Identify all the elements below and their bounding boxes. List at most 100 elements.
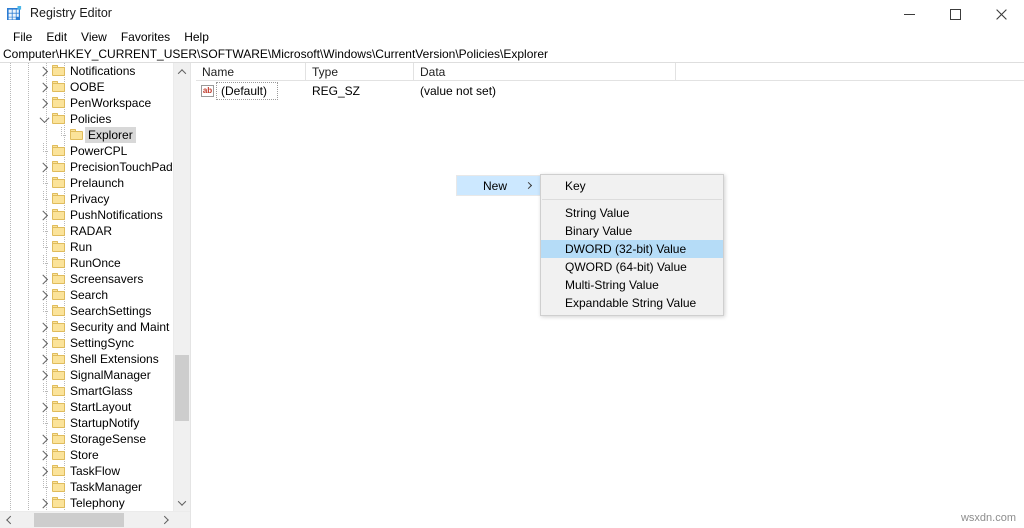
tree-item-oobe[interactable]: OOBE xyxy=(0,79,190,95)
watermark: wsxdn.com xyxy=(960,512,1016,524)
string-value-icon: ab xyxy=(201,85,214,97)
tree-vertical-scrollbar[interactable] xyxy=(173,63,190,511)
tree-item-prelaunch[interactable]: Prelaunch xyxy=(0,175,190,191)
tree-item-label: TaskFlow xyxy=(70,464,121,478)
chevron-right-icon[interactable] xyxy=(37,79,50,95)
chevron-right-icon[interactable] xyxy=(37,399,50,415)
tree-item-shell-extensions[interactable]: Shell Extensions xyxy=(0,351,190,367)
tree-item-store[interactable]: Store xyxy=(0,447,190,463)
tree-item-storagesense[interactable]: StorageSense xyxy=(0,431,190,447)
submenu-item-label: String Value xyxy=(565,206,630,220)
chevron-right-icon[interactable] xyxy=(37,271,50,287)
chevron-right-icon[interactable] xyxy=(37,159,50,175)
chevron-right-icon[interactable] xyxy=(37,335,50,351)
submenu-item-string-value[interactable]: String Value xyxy=(541,204,723,222)
folder-icon xyxy=(52,145,65,156)
tree-item-security-and-maint[interactable]: Security and Maint xyxy=(0,319,190,335)
tree-item-telephony[interactable]: Telephony xyxy=(0,495,190,511)
folder-icon xyxy=(52,177,65,188)
chevron-right-icon[interactable] xyxy=(37,367,50,383)
menu-help[interactable]: Help xyxy=(177,29,216,46)
tree-item-explorer[interactable]: Explorer xyxy=(0,127,190,143)
tree-item-smartglass[interactable]: SmartGlass xyxy=(0,383,190,399)
menu-bar: File Edit View Favorites Help xyxy=(0,28,1024,46)
tree-item-settingsync[interactable]: SettingSync xyxy=(0,335,190,351)
column-header-data[interactable]: Data xyxy=(414,63,676,81)
address-bar[interactable]: Computer\HKEY_CURRENT_USER\SOFTWARE\Micr… xyxy=(0,46,1024,63)
chevron-right-icon[interactable] xyxy=(37,287,50,303)
tree-item-search[interactable]: Search xyxy=(0,287,190,303)
tree-horizontal-scrollbar[interactable] xyxy=(0,511,190,528)
submenu-item-key[interactable]: Key xyxy=(541,177,723,195)
chevron-right-icon[interactable] xyxy=(37,431,50,447)
submenu-item-qword-64-bit-value[interactable]: QWORD (64-bit) Value xyxy=(541,258,723,276)
tree-connector xyxy=(38,303,50,319)
tree-item-notifications[interactable]: Notifications xyxy=(0,63,190,79)
chevron-right-icon[interactable] xyxy=(37,63,50,79)
chevron-right-icon[interactable] xyxy=(37,95,50,111)
submenu-item-multi-string-value[interactable]: Multi-String Value xyxy=(541,276,723,294)
column-header-type[interactable]: Type xyxy=(306,63,414,81)
tree-item-precisiontouchpad[interactable]: PrecisionTouchPad xyxy=(0,159,190,175)
tree-item-taskflow[interactable]: TaskFlow xyxy=(0,463,190,479)
tree-item-label: SignalManager xyxy=(70,368,151,382)
tree-item-pushnotifications[interactable]: PushNotifications xyxy=(0,207,190,223)
context-menu-item-new[interactable]: New xyxy=(456,175,540,196)
column-header-name[interactable]: Name xyxy=(196,63,306,81)
tree-item-radar[interactable]: RADAR xyxy=(0,223,190,239)
tree-item-signalmanager[interactable]: SignalManager xyxy=(0,367,190,383)
registry-editor-window: Registry Editor File Edit View Favorites… xyxy=(0,0,1024,528)
tree-item-privacy[interactable]: Privacy xyxy=(0,191,190,207)
tree-hscroll-thumb[interactable] xyxy=(34,513,124,527)
tree-connector xyxy=(38,239,50,255)
menu-file[interactable]: File xyxy=(6,29,39,46)
maximize-button[interactable] xyxy=(932,0,978,28)
tree-item-startupnotify[interactable]: StartupNotify xyxy=(0,415,190,431)
tree-item-label: TaskManager xyxy=(70,480,143,494)
tree-item-screensavers[interactable]: Screensavers xyxy=(0,271,190,287)
tree-scroll-thumb[interactable] xyxy=(175,355,189,421)
tree-item-label: Privacy xyxy=(70,192,110,206)
tree-item-label: PushNotifications xyxy=(70,208,163,222)
folder-icon xyxy=(52,481,65,492)
tree-item-runonce[interactable]: RunOnce xyxy=(0,255,190,271)
folder-icon xyxy=(52,65,65,76)
table-row[interactable]: ab (Default) REG_SZ (value not set) xyxy=(196,82,1024,100)
cell-data: (value not set) xyxy=(420,84,497,98)
chevron-right-icon[interactable] xyxy=(37,207,50,223)
tree-item-label: Security and Maint xyxy=(70,320,170,334)
tree-item-label: Store xyxy=(70,448,99,462)
folder-icon xyxy=(52,113,65,124)
minimize-button[interactable] xyxy=(886,0,932,28)
tree-scroll-right-button[interactable] xyxy=(157,512,174,528)
submenu-item-label: Key xyxy=(565,179,586,193)
chevron-right-icon[interactable] xyxy=(37,447,50,463)
close-button[interactable] xyxy=(978,0,1024,28)
tree-scroll-down-button[interactable] xyxy=(174,494,190,511)
pane-splitter[interactable] xyxy=(190,63,195,528)
tree-scroll-left-button[interactable] xyxy=(0,512,17,528)
tree-item-taskmanager[interactable]: TaskManager xyxy=(0,479,190,495)
submenu-item-expandable-string-value[interactable]: Expandable String Value xyxy=(541,294,723,312)
tree-item-label: StartLayout xyxy=(70,400,132,414)
tree-item-policies[interactable]: Policies xyxy=(0,111,190,127)
menu-favorites[interactable]: Favorites xyxy=(114,29,177,46)
chevron-right-icon[interactable] xyxy=(37,351,50,367)
menu-edit[interactable]: Edit xyxy=(39,29,74,46)
tree-item-startlayout[interactable]: StartLayout xyxy=(0,399,190,415)
chevron-down-icon[interactable] xyxy=(38,111,50,127)
submenu-item-binary-value[interactable]: Binary Value xyxy=(541,222,723,240)
tree-item-searchsettings[interactable]: SearchSettings xyxy=(0,303,190,319)
tree-item-label: StartupNotify xyxy=(70,416,140,430)
cell-name: (Default) xyxy=(221,84,268,98)
tree-item-penworkspace[interactable]: PenWorkspace xyxy=(0,95,190,111)
menu-view[interactable]: View xyxy=(74,29,114,46)
submenu-item-dword-32-bit-value[interactable]: DWORD (32-bit) Value xyxy=(541,240,723,258)
tree-item-run[interactable]: Run xyxy=(0,239,190,255)
folder-icon xyxy=(52,337,65,348)
chevron-right-icon[interactable] xyxy=(37,495,50,511)
chevron-right-icon[interactable] xyxy=(37,319,50,335)
chevron-right-icon[interactable] xyxy=(37,463,50,479)
tree-item-powercpl[interactable]: PowerCPL xyxy=(0,143,190,159)
tree-scroll-up-button[interactable] xyxy=(174,63,190,80)
